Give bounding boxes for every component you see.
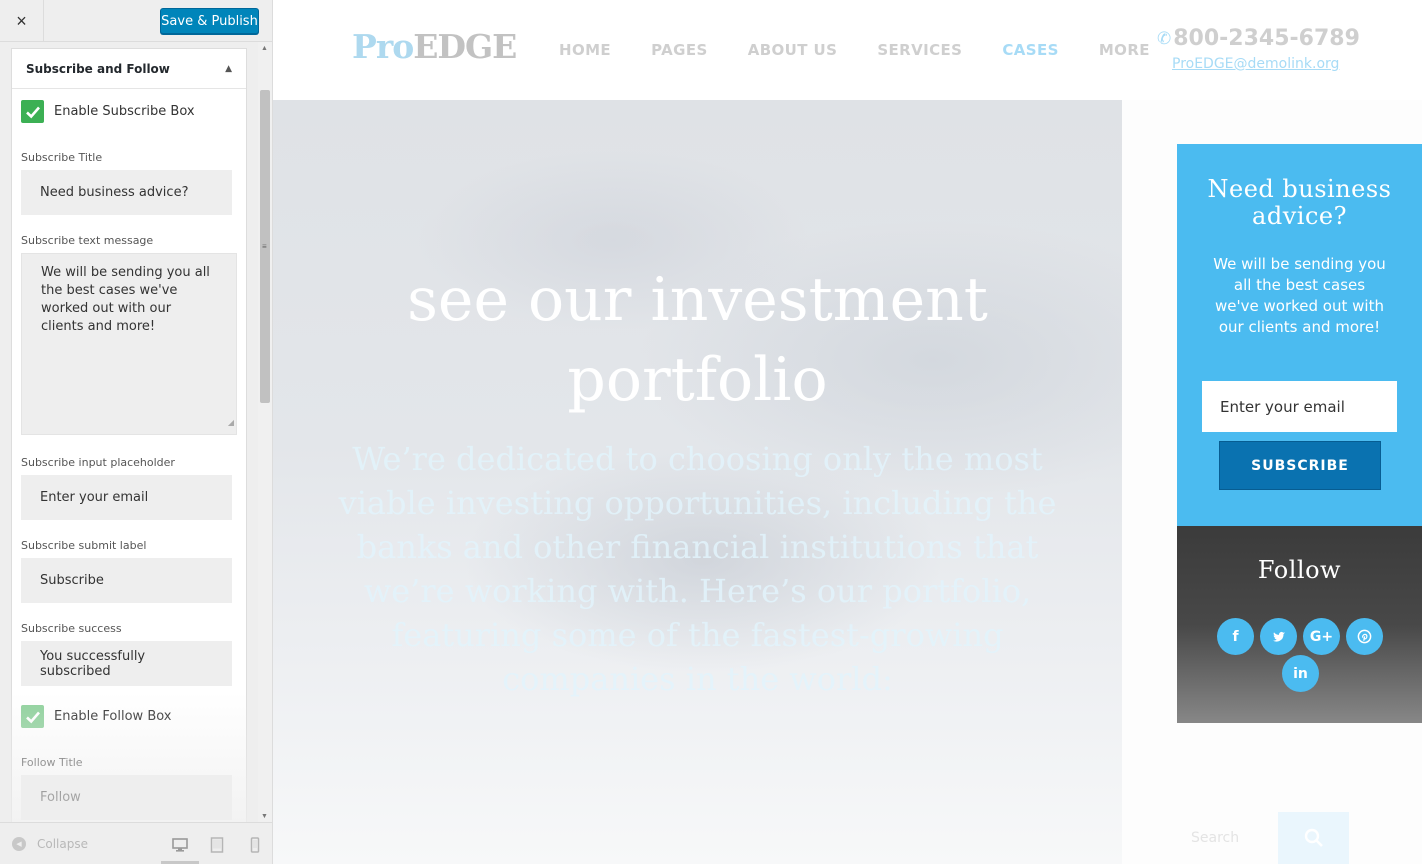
nav-item-about-us[interactable]: ABOUT US [748, 41, 838, 59]
scroll-up-icon[interactable]: ▲ [261, 45, 268, 52]
follow-title-input[interactable]: Follow [21, 775, 232, 820]
hero-title: see our investment portfolio [407, 265, 988, 415]
mobile-preview-icon[interactable] [246, 836, 264, 854]
phone-text: 800-2345-6789 [1173, 26, 1360, 51]
google-plus-icon[interactable]: G+ [1303, 618, 1340, 655]
enable-follow-label: Enable Follow Box [54, 709, 172, 724]
linkedin-icon[interactable]: in [1282, 655, 1319, 692]
section-title: Subscribe and Follow [26, 61, 170, 76]
subscribe-success-label: Subscribe success [21, 622, 122, 635]
phone-number: ✆ 800-2345-6789 [1157, 26, 1360, 51]
checkmark-icon [25, 106, 40, 118]
scroll-down-icon[interactable]: ▼ [261, 813, 268, 820]
sidebar-header: × Save & Publish [0, 0, 272, 42]
subscribe-placeholder-input[interactable]: Enter your email [21, 475, 232, 520]
nav-item-cases[interactable]: CASES [1002, 41, 1058, 59]
phone-icon: ✆ [1157, 28, 1172, 49]
subscribe-success-input[interactable]: You successfully subscribed [21, 641, 232, 686]
collapse-arrow-icon[interactable]: ▲ [225, 64, 232, 74]
subscribe-text: We will be sending you all the best case… [1213, 255, 1386, 336]
subscribe-placeholder-label: Subscribe input placeholder [21, 456, 175, 469]
subscribe-email-input[interactable]: Enter your email [1202, 381, 1397, 432]
tablet-preview-icon[interactable] [208, 836, 226, 854]
collapse-arrow-icon: ◀ [12, 837, 26, 851]
subscribe-title-label: Subscribe Title [21, 151, 103, 164]
sidebar-scrollbar[interactable]: ▲ ≡ ▼ [258, 42, 272, 822]
checkmark-icon [25, 711, 40, 723]
collapse-button[interactable]: ◀ Collapse [12, 837, 88, 851]
twitter-icon[interactable] [1260, 618, 1297, 655]
enable-follow-row[interactable]: Enable Follow Box [21, 705, 172, 728]
enable-subscribe-checkbox[interactable] [21, 100, 44, 123]
logo-edge-text: EDGE [413, 27, 517, 66]
subscribe-follow-panel: Subscribe and Follow ▲ Enable Subscribe … [11, 48, 247, 822]
scrollbar-thumb[interactable]: ≡ [260, 90, 270, 403]
search-button[interactable] [1278, 812, 1349, 864]
enable-follow-checkbox[interactable] [21, 705, 44, 728]
search-input[interactable]: Search [1177, 812, 1277, 864]
subscribe-text-textarea[interactable]: We will be sending you all the best case… [21, 253, 237, 435]
customizer-sidebar: × Save & Publish Subscribe and Follow ▲ … [0, 0, 273, 864]
nav-item-services[interactable]: SERVICES [877, 41, 962, 59]
resize-grip-icon[interactable]: ◢ [228, 414, 234, 432]
email-link[interactable]: ProEDGE@demolink.org [1172, 56, 1339, 72]
subscribe-title-input[interactable]: Need business advice? [21, 170, 232, 215]
logo-pro-text: Pro [352, 27, 414, 66]
subscribe-text-value: We will be sending you all the best case… [41, 265, 210, 334]
section-header[interactable]: Subscribe and Follow ▲ [12, 49, 246, 89]
follow-title-label: Follow Title [21, 756, 83, 769]
search-icon [1304, 828, 1323, 847]
nav-item-home[interactable]: HOME [559, 41, 611, 59]
hero-section: see our investment portfolio We’re dedic… [273, 100, 1122, 864]
subscribe-submit-input[interactable]: Subscribe [21, 558, 232, 603]
twitter-bird-icon [1272, 631, 1285, 642]
save-publish-button[interactable]: Save & Publish [160, 8, 259, 34]
pinterest-icon[interactable] [1346, 618, 1383, 655]
nav-item-more[interactable]: MORE [1099, 41, 1150, 59]
follow-title: Follow [1257, 556, 1342, 584]
enable-subscribe-label: Enable Subscribe Box [54, 104, 195, 119]
enable-subscribe-row[interactable]: Enable Subscribe Box [21, 100, 195, 123]
subscribe-submit-label: Subscribe submit label [21, 539, 147, 552]
sidebar-scroll-area: Subscribe and Follow ▲ Enable Subscribe … [0, 42, 272, 822]
nav-item-pages[interactable]: PAGES [651, 41, 708, 59]
close-icon: × [16, 10, 27, 31]
site-logo[interactable]: ProEDGE [352, 27, 517, 66]
subscribe-title: Need business advice? [1207, 175, 1392, 230]
close-button[interactable]: × [0, 0, 44, 42]
collapse-label: Collapse [37, 837, 88, 851]
facebook-icon[interactable]: f [1217, 618, 1254, 655]
follow-widget: Follow f G+ in [1177, 526, 1422, 723]
subscribe-text-label: Subscribe text message [21, 234, 154, 247]
subscribe-widget: Need business advice? We will be sending… [1177, 144, 1422, 526]
desktop-preview-icon[interactable] [171, 836, 189, 854]
site-header: ProEDGE HOME PAGES ABOUT US SERVICES CAS… [273, 0, 1422, 100]
site-preview: ProEDGE HOME PAGES ABOUT US SERVICES CAS… [273, 0, 1422, 864]
sidebar-footer: ◀ Collapse [0, 822, 272, 864]
grip-icon: ≡ [262, 242, 267, 251]
subscribe-button[interactable]: SUBSCRIBE [1219, 441, 1381, 490]
pinterest-p-icon [1357, 629, 1372, 644]
main-nav: HOME PAGES ABOUT US SERVICES CASES MORE [559, 41, 1190, 59]
hero-text: We’re dedicated to choosing only the mos… [338, 440, 1057, 698]
